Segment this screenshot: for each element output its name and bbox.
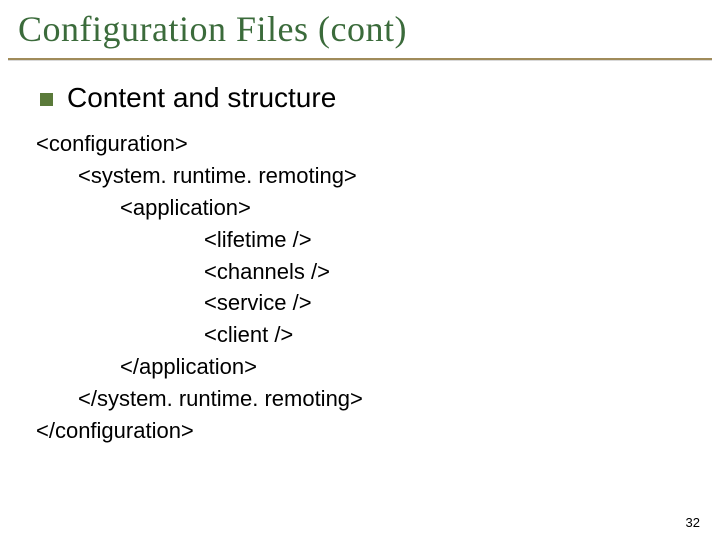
slide: Configuration Files (cont) Content and s… (0, 0, 720, 540)
page-number: 32 (686, 515, 700, 530)
bullet-text: Content and structure (67, 82, 336, 114)
code-line: <channels /> (36, 256, 363, 288)
title-underline (8, 58, 712, 60)
code-line: </application> (36, 351, 363, 383)
code-block: <configuration> <system. runtime. remoti… (36, 128, 363, 447)
code-line: <configuration> (36, 128, 363, 160)
code-line: <service /> (36, 287, 363, 319)
code-line: </configuration> (36, 415, 363, 447)
bullet-item: Content and structure (40, 82, 336, 114)
code-line: <system. runtime. remoting> (36, 160, 363, 192)
code-line: <lifetime /> (36, 224, 363, 256)
code-line: </system. runtime. remoting> (36, 383, 363, 415)
square-bullet-icon (40, 93, 53, 106)
code-line: <application> (36, 192, 363, 224)
code-line: <client /> (36, 319, 363, 351)
slide-title: Configuration Files (cont) (18, 8, 407, 50)
